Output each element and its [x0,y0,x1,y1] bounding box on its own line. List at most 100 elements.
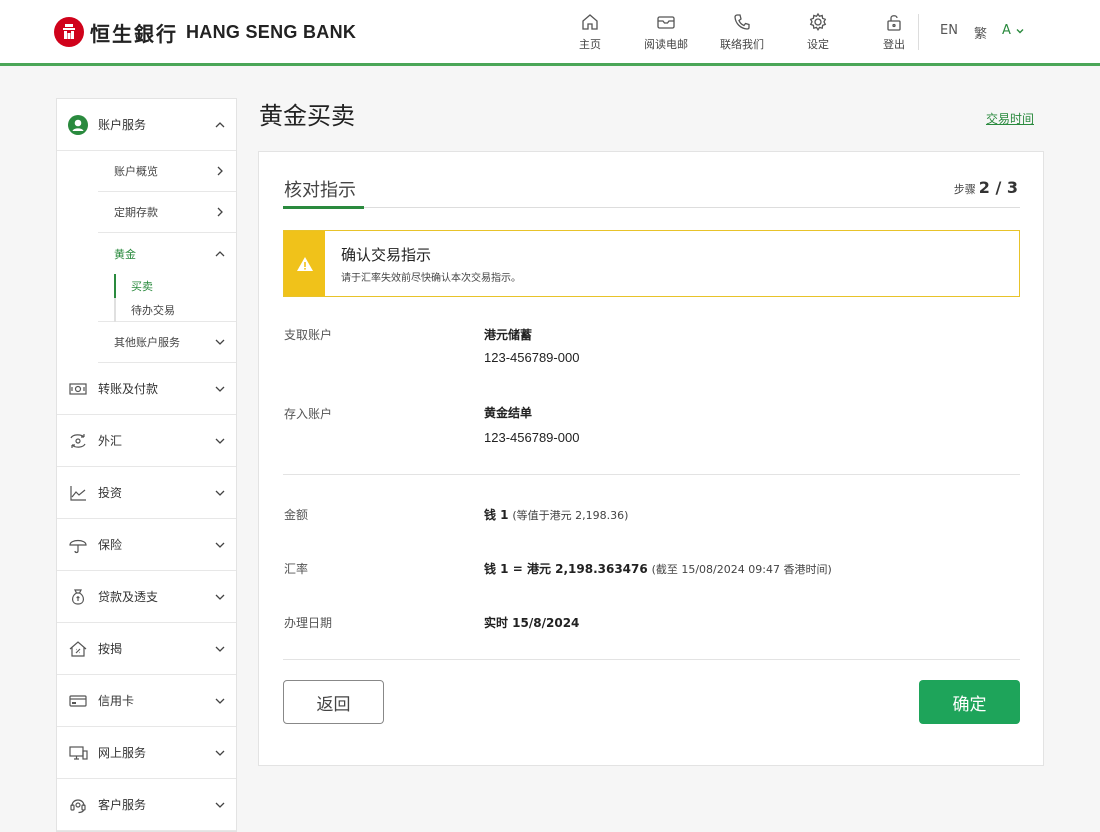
warning-notice: 确认交易指示 请于汇率失效前尽快确认本次交易指示。 [283,230,1020,297]
sidebar-item-investment[interactable]: 投资 [57,467,236,519]
sidebar-label: 账户服务 [98,118,147,132]
rate-note: (截至 15/08/2024 09:47 香港时间) [651,563,832,576]
page-title: 黄金买卖 [259,102,355,130]
trading-hours-link[interactable]: 交易时间 [986,110,1034,127]
step-value: 2 / 3 [978,178,1018,197]
process-date-label: 办理日期 [284,616,333,630]
nav-settings-label: 设定 [807,38,829,51]
transfer-icon [67,378,89,400]
chevron-down-icon [215,490,225,496]
sidebar-label: 待办交易 [131,304,175,317]
nav-logout[interactable]: 登出 [856,12,932,52]
sidebar-item-mortgage[interactable]: 按揭 [57,623,236,675]
debit-account-name: 港元储蓄 [484,328,533,342]
user-icon [67,114,89,136]
chevron-down-icon [215,386,225,392]
amount-label: 金额 [284,508,309,522]
sidebar-item-customer-service[interactable]: 客户服务 [57,779,236,831]
title-underline [283,206,364,209]
sidebar-item-online-services[interactable]: 网上服务 [57,727,236,779]
notice-sidebar [284,231,325,296]
confirmation-card: 核对指示 步骤 2 / 3 确认交易指示 请于汇率失效前尽快确认本次交易指示。 支… [258,151,1044,766]
sidebar-item-account-services[interactable]: 账户服务 [57,99,236,151]
indicator-line [114,298,116,322]
sidebar-item-overview[interactable]: 账户概览 [98,151,236,192]
warning-icon [296,256,313,271]
nav-mail[interactable]: 阅读电邮 [628,12,704,52]
amount-note: (等值于港元 2,198.36) [512,509,629,522]
sidebar-label: 其他账户服务 [114,336,180,349]
lock-icon [887,15,901,31]
moneybag-icon [67,586,89,608]
logo-text-cn: 恒生銀行 [90,21,178,46]
logo-icon [54,17,84,47]
confirm-button[interactable]: 确定 [919,680,1020,724]
fx-icon [67,430,89,452]
chart-icon [67,482,89,504]
sidebar-item-fixed-deposit[interactable]: 定期存款 [98,192,236,233]
phone-icon [734,14,750,30]
sidebar-label: 客户服务 [98,798,147,812]
headset-icon [67,794,89,816]
rate-main: 钱 1 = 港元 2,198.363476 [484,562,648,576]
chevron-up-icon [215,250,225,256]
section-divider [283,659,1020,660]
sidebar-label: 按揭 [98,642,123,656]
section-divider [283,474,1020,475]
nav-contact[interactable]: 联络我们 [704,12,780,52]
nav-settings[interactable]: 设定 [780,12,856,52]
home-icon [582,14,598,30]
process-date-value: 实时 15/8/2024 [484,614,579,631]
nav-mail-label: 阅读电邮 [644,38,688,51]
chevron-up-icon [215,121,225,127]
sidebar-item-fx[interactable]: 外汇 [57,415,236,467]
umbrella-icon [67,534,89,556]
nav-contact-label: 联络我们 [720,38,764,51]
chevron-down-icon [215,698,225,704]
sidebar-item-transfer[interactable]: 转账及付款 [57,363,236,415]
sidebar-label: 定期存款 [114,206,158,219]
bank-logo[interactable]: 恒生銀行 HANG SENG BANK [54,17,356,47]
sidebar-label: 网上服务 [98,746,147,760]
sidebar-label: 投资 [98,486,123,500]
notice-text: 请于汇率失效前尽快确认本次交易指示。 [341,273,521,284]
chevron-down-icon [215,339,225,345]
card-title: 核对指示 [284,180,356,201]
lang-tc-button[interactable]: 繁 [974,23,987,42]
sidebar-label: 外汇 [98,434,123,448]
chevron-down-icon [215,594,225,600]
chevron-down-icon [215,542,225,548]
sidebar-label: 账户概览 [114,165,158,178]
sidebar-item-gold-pending[interactable]: 待办交易 [98,298,236,322]
back-button[interactable]: 返回 [283,680,384,724]
notice-title: 确认交易指示 [341,246,432,264]
sidebar-label: 贷款及透支 [98,590,159,604]
exchange-rate-value: 钱 1 = 港元 2,198.363476 (截至 15/08/2024 09:… [484,560,832,577]
sidebar-label: 黄金 [114,247,136,261]
header: 恒生銀行 HANG SENG BANK 主页 阅读电邮 联络我们 设定 登出 E… [0,0,1100,66]
sidebar-item-gold-buy-sell[interactable]: 买卖 [98,274,236,298]
top-nav: 主页 阅读电邮 联络我们 设定 登出 [552,12,932,52]
sidebar-label: 信用卡 [98,694,135,708]
nav-home-label: 主页 [579,38,601,51]
sidebar-item-credit-card[interactable]: 信用卡 [57,675,236,727]
sidebar-item-gold[interactable]: 黄金 [98,233,236,274]
sidebar-label: 保险 [98,538,123,552]
house-icon [67,638,89,660]
sidebar-item-loans[interactable]: 贷款及透支 [57,571,236,623]
chevron-down-icon [215,802,225,808]
chevron-right-icon [217,166,223,176]
sidebar-item-insurance[interactable]: 保险 [57,519,236,571]
nav-home[interactable]: 主页 [552,12,628,52]
step-label: 步骤 [953,183,976,196]
font-size-button[interactable]: A [1002,23,1025,38]
lang-en-button[interactable]: EN [940,23,958,38]
sidebar: 账户服务 账户概览 定期存款 黄金 买卖 待办交易 其他账户服务 转账及付款 外… [56,98,237,832]
computer-icon [67,742,89,764]
chevron-down-icon [215,438,225,444]
sidebar-item-other-services[interactable]: 其他账户服务 [98,322,236,363]
nav-divider [918,14,919,50]
chevron-down-icon [1016,28,1024,33]
nav-logout-label: 登出 [883,38,905,51]
chevron-down-icon [215,646,225,652]
